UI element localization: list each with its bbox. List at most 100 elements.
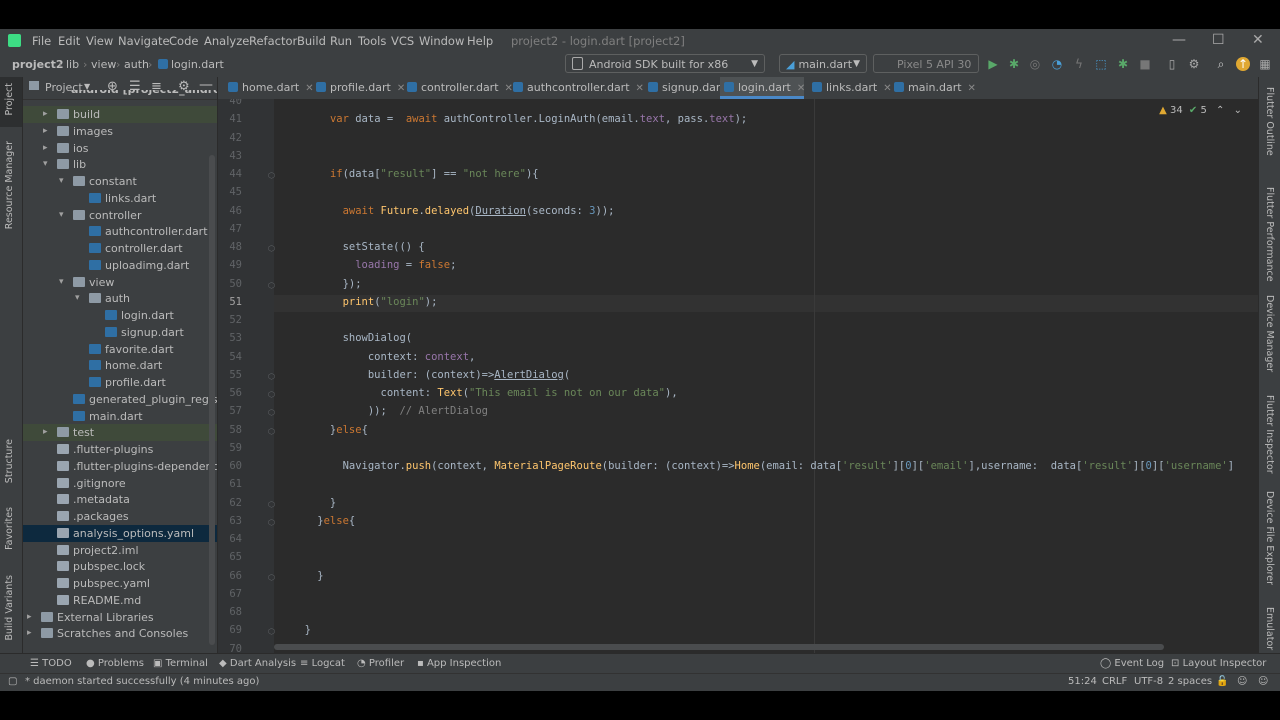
code-line[interactable]: context: context, <box>292 351 476 363</box>
code-line[interactable]: )); // AlertDialog <box>292 405 488 417</box>
tree-item[interactable]: generated_plugin_registrant.dart <box>23 391 217 408</box>
fold-marker-icon[interactable]: ⬡ <box>268 627 275 636</box>
tree-item[interactable]: ▾ view <box>23 274 217 291</box>
tree-item[interactable]: ▸ test <box>23 424 217 442</box>
file-encoding[interactable]: UTF-8 <box>1134 676 1163 687</box>
tree-item[interactable]: links.dart <box>23 190 217 207</box>
terminal-tool-button[interactable]: ▣ Terminal <box>153 658 208 669</box>
chevron-down-icon[interactable]: ▾ <box>75 290 80 307</box>
menu-edit[interactable]: Edit <box>58 34 80 48</box>
flutter-performance-tool-tab[interactable]: Flutter Performance <box>1264 187 1275 282</box>
tree-item-partial[interactable]: android [project2_android] <box>23 90 217 100</box>
menu-analyze[interactable]: Analyze <box>204 34 249 48</box>
fold-marker-icon[interactable]: ⬡ <box>268 573 275 582</box>
menu-run[interactable]: Run <box>330 34 352 48</box>
chevron-down-icon[interactable]: ▾ <box>59 274 64 291</box>
project-tool-tab[interactable]: Project <box>4 83 15 116</box>
close-tab-icon[interactable]: ✕ <box>968 83 976 94</box>
tree-item[interactable]: home.dart <box>23 357 217 374</box>
sync-icon[interactable]: ✱ <box>1116 57 1130 71</box>
event-log-tool-button[interactable]: ◯ Event Log <box>1100 658 1164 669</box>
maximize-icon[interactable]: ☐ <box>1212 32 1225 48</box>
fold-marker-icon[interactable]: ⬡ <box>268 372 275 381</box>
emulator-selector[interactable]: Pixel 5 API 30 <box>873 54 979 73</box>
code-line[interactable]: builder: (context)=>AlertDialog( <box>292 369 570 381</box>
chevron-right-icon[interactable]: ▸ <box>43 123 48 140</box>
editor-tab[interactable]: authcontroller.dart ✕ <box>509 77 644 99</box>
indent-setting[interactable]: 2 spaces <box>1168 676 1212 687</box>
fold-marker-icon[interactable]: ⬡ <box>268 281 275 290</box>
flutter-attach-icon[interactable]: ⬚ <box>1094 57 1108 71</box>
tree-item[interactable]: ▾ lib <box>23 156 217 173</box>
code-line[interactable]: }); <box>292 278 362 290</box>
run-icon[interactable]: ▶ <box>986 57 1000 71</box>
tree-item[interactable]: main.dart <box>23 408 217 425</box>
menu-window[interactable]: Window <box>419 34 464 48</box>
favorites-tool-tab[interactable]: Favorites <box>4 507 15 550</box>
resource-manager-tool-tab[interactable]: Resource Manager <box>4 141 15 229</box>
notifications-icon[interactable]: ☺ <box>1258 676 1268 687</box>
run-config-selector[interactable]: ◢ main.dart ▼ <box>779 54 867 73</box>
code-line[interactable]: }else{ <box>292 424 368 436</box>
chevron-down-icon[interactable]: ▾ <box>59 207 64 224</box>
editor-tab[interactable]: signup.dart✕ <box>644 77 739 99</box>
chevron-right-icon[interactable]: ▸ <box>43 140 48 157</box>
fold-marker-icon[interactable]: ⬡ <box>268 427 275 436</box>
device-manager-tool-tab[interactable]: Device Manager <box>1264 295 1275 372</box>
tree-item[interactable]: authcontroller.dart <box>23 223 217 240</box>
fold-marker-icon[interactable]: ⬡ <box>268 244 275 253</box>
menu-navigate[interactable]: Navigate <box>118 34 170 48</box>
tree-item[interactable]: project2.iml <box>23 542 217 559</box>
flutter-outline-tool-tab[interactable]: Flutter Outline <box>1264 87 1275 156</box>
search-icon[interactable]: ⌕ <box>1214 57 1228 71</box>
code-line[interactable]: print("login"); <box>292 296 438 308</box>
editor-tab[interactable]: home.dart ✕ <box>224 77 314 99</box>
chevron-down-icon[interactable]: ⌄ <box>1234 105 1242 116</box>
chevron-right-icon[interactable]: ▸ <box>27 609 32 626</box>
code-editor[interactable]: 40 41 42 43 44 ⬡ 45 46 47 48 ⬡ 49 50 ⬡ 51 52 53 54 55 ⬡ 56 ⬡ 5… <box>218 99 1258 653</box>
code-line[interactable]: } <box>292 624 311 636</box>
device-file-explorer-tool-tab[interactable]: Device File Explorer <box>1264 491 1275 585</box>
device-selector[interactable]: Android SDK built for x86 (mobile) ▼ <box>565 54 765 90</box>
fold-marker-icon[interactable]: ⬡ <box>268 500 275 509</box>
tree-item[interactable]: README.md <box>23 592 217 609</box>
chevron-down-icon[interactable]: ▾ <box>43 156 48 173</box>
problems-tool-button[interactable]: ● Problems <box>86 658 144 669</box>
code-line[interactable]: showDialog( <box>292 332 413 344</box>
menu-tools[interactable]: Tools <box>358 34 386 48</box>
editor-tab[interactable]: main.dart ✕ <box>890 77 976 99</box>
editor-tab[interactable]: controller.dart ✕ <box>403 77 513 99</box>
profile-icon[interactable]: ◔ <box>1050 57 1064 71</box>
tree-item[interactable]: .packages <box>23 508 217 525</box>
tree-item[interactable]: ▸ images <box>23 123 217 140</box>
tree-item[interactable]: favorite.dart <box>23 341 217 358</box>
horizontal-scrollbar[interactable] <box>274 644 1164 650</box>
close-tab-icon[interactable]: ✕ <box>636 83 644 94</box>
update-icon[interactable]: ↑ <box>1236 57 1250 71</box>
tree-item[interactable]: ▾ constant <box>23 173 217 190</box>
dart-analysis-tool-button[interactable]: ◆ Dart Analysis <box>219 658 296 669</box>
menu-view[interactable]: View <box>86 34 113 48</box>
user-icon[interactable]: ▦ <box>1258 57 1272 71</box>
chevron-right-icon[interactable]: ▸ <box>43 106 48 123</box>
breadcrumb-lib[interactable]: lib <box>66 58 79 71</box>
code-line[interactable]: content: Text("This email is not on our … <box>292 387 678 399</box>
chevron-right-icon[interactable]: ▸ <box>27 625 32 642</box>
minimize-icon[interactable]: — <box>1172 32 1186 48</box>
inspection-widget[interactable]: ▲ 34 ✔ 5 ⌃ ⌄ <box>1159 105 1242 116</box>
chevron-up-icon[interactable]: ⌃ <box>1216 105 1224 116</box>
app-inspection-tool-button[interactable]: ▪ App Inspection <box>417 658 501 669</box>
profiler-tool-button[interactable]: ◔ Profiler <box>357 658 404 669</box>
tree-item[interactable]: ▾ controller <box>23 207 217 224</box>
breadcrumb-project[interactable]: project2 <box>12 58 64 71</box>
tree-item[interactable]: ▸ ios <box>23 140 217 157</box>
tree-item[interactable]: login.dart <box>23 307 217 324</box>
tree-item[interactable]: uploadimg.dart <box>23 257 217 274</box>
emulator-tool-tab[interactable]: Emulator <box>1264 607 1275 650</box>
code-line[interactable]: }else{ <box>292 515 355 527</box>
tree-item[interactable]: .flutter-plugins-dependencies <box>23 458 217 475</box>
tree-item[interactable]: pubspec.lock <box>23 558 217 575</box>
tree-item[interactable]: controller.dart <box>23 240 217 257</box>
logcat-tool-button[interactable]: ≡ Logcat <box>300 658 345 669</box>
panel-toggle-icon[interactable]: ▢ <box>8 676 17 687</box>
